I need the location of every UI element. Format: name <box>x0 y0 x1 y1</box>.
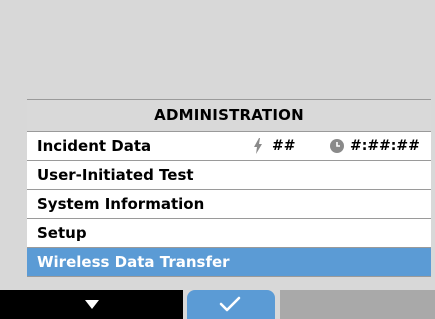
menu-item-incident-data[interactable]: Incident Data ## #:##:## <box>27 132 431 161</box>
menu-item-user-initiated-test[interactable]: User-Initiated Test <box>27 161 431 190</box>
shock-count-value: ## <box>272 138 296 154</box>
menu-item-label: Wireless Data Transfer <box>37 253 230 271</box>
menu-item-label: User-Initiated Test <box>37 166 194 184</box>
menu-item-system-information[interactable]: System Information <box>27 190 431 219</box>
softkey-bar <box>0 290 435 319</box>
blank-softkey[interactable] <box>280 290 435 319</box>
menu-item-wireless-data-transfer[interactable]: Wireless Data Transfer <box>27 248 431 277</box>
scroll-down-softkey[interactable] <box>0 290 183 319</box>
menu-title: ADMINISTRATION <box>27 99 431 132</box>
elapsed-time-value: #:##:## <box>350 138 420 154</box>
down-arrow-icon <box>85 300 99 309</box>
check-icon <box>219 296 241 312</box>
menu-item-label: Setup <box>37 224 87 242</box>
administration-menu: ADMINISTRATION Incident Data ## #:##:## … <box>27 99 431 277</box>
menu-item-label: Incident Data <box>37 137 152 155</box>
menu-item-label: System Information <box>37 195 205 213</box>
lightning-bolt-icon <box>254 138 262 154</box>
device-screen: ADMINISTRATION Incident Data ## #:##:## … <box>0 0 435 319</box>
clock-icon <box>330 139 344 153</box>
menu-item-setup[interactable]: Setup <box>27 219 431 248</box>
select-softkey[interactable] <box>187 290 275 319</box>
